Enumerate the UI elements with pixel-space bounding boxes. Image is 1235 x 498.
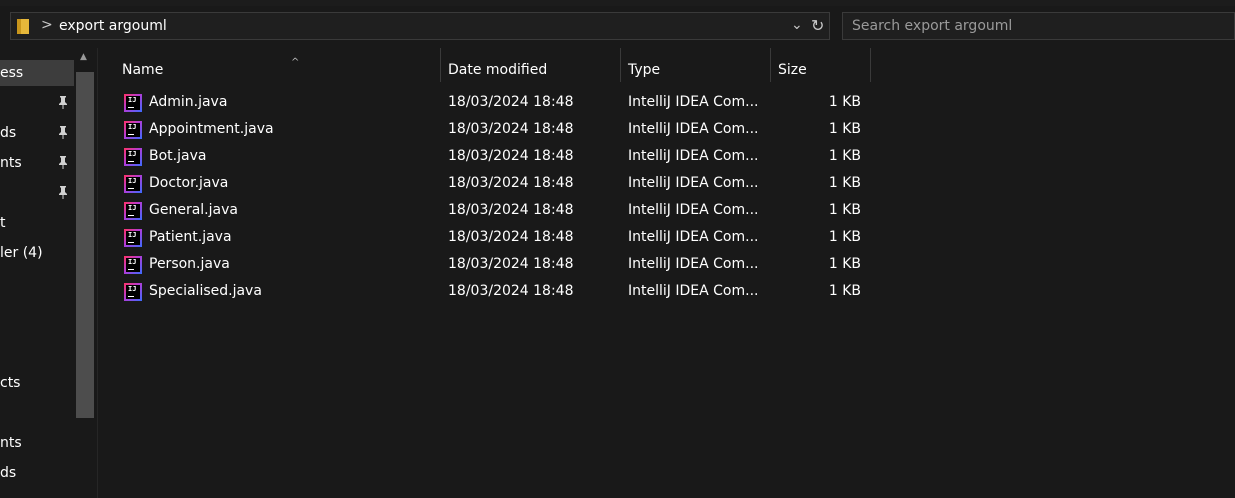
file-name: Person.java bbox=[149, 256, 230, 272]
file-size: 1 KB bbox=[828, 229, 861, 245]
refresh-icon[interactable]: ↻ bbox=[811, 16, 824, 35]
file-date-modified: 18/03/2024 18:48 bbox=[448, 202, 574, 218]
breadcrumb-current-folder[interactable]: export argouml bbox=[59, 18, 167, 34]
column-header-date-label: Date modified bbox=[448, 62, 548, 78]
file-row[interactable]: IJ Bot.java 18/03/2024 18:48 IntelliJ IDEA … bbox=[98, 144, 898, 171]
file-size: 1 KB bbox=[828, 121, 861, 137]
file-row[interactable]: IJ General.java 18/03/2024 18:48 IntelliJ I… bbox=[98, 198, 898, 225]
file-date-modified: 18/03/2024 18:48 bbox=[448, 121, 574, 137]
nav-item[interactable]: nts bbox=[0, 430, 74, 456]
file-size: 1 KB bbox=[828, 256, 861, 272]
file-row[interactable]: IJ Admin.java 18/03/2024 18:48 IntelliJ IDE… bbox=[98, 90, 898, 117]
file-date-modified: 18/03/2024 18:48 bbox=[448, 175, 574, 191]
file-type: IntelliJ IDEA Com... bbox=[628, 202, 759, 218]
nav-item-label: nts bbox=[0, 155, 22, 171]
file-type: IntelliJ IDEA Com... bbox=[628, 283, 759, 299]
nav-item-label: ess bbox=[0, 65, 24, 81]
nav-scrollbar-thumb[interactable] bbox=[76, 72, 94, 418]
nav-item[interactable]: ler (4) bbox=[0, 240, 74, 266]
intellij-file-icon: IJ bbox=[124, 256, 142, 274]
file-size: 1 KB bbox=[828, 175, 861, 191]
file-name: Doctor.java bbox=[149, 175, 229, 191]
nav-item-label: ler (4) bbox=[0, 245, 43, 261]
file-date-modified: 18/03/2024 18:48 bbox=[448, 283, 574, 299]
file-name: Admin.java bbox=[149, 94, 228, 110]
file-date-modified: 18/03/2024 18:48 bbox=[448, 229, 574, 245]
file-type: IntelliJ IDEA Com... bbox=[628, 175, 759, 191]
pin-icon bbox=[57, 155, 69, 169]
file-name: Appointment.java bbox=[149, 121, 274, 137]
column-header-name-label: Name bbox=[122, 62, 164, 78]
nav-item-label: ds bbox=[0, 125, 17, 141]
nav-item[interactable]: ess bbox=[0, 60, 74, 86]
file-date-modified: 18/03/2024 18:48 bbox=[448, 148, 574, 164]
column-header-name[interactable]: ^ Name bbox=[115, 54, 440, 88]
column-header-size[interactable]: Size bbox=[771, 54, 870, 88]
nav-item-label: cts bbox=[0, 375, 21, 391]
file-row[interactable]: IJ Patient.java 18/03/2024 18:48 IntelliJ I… bbox=[98, 225, 898, 252]
chevron-down-icon[interactable]: ⌄ bbox=[791, 17, 803, 33]
scroll-up-arrow-icon[interactable]: ▲ bbox=[80, 52, 87, 62]
file-row[interactable]: IJ Specialised.java 18/03/2024 18:48 Intell… bbox=[98, 279, 898, 306]
intellij-file-icon: IJ bbox=[124, 175, 142, 193]
pin-icon bbox=[57, 95, 69, 109]
file-name: Bot.java bbox=[149, 148, 207, 164]
column-header-type[interactable]: Type bbox=[621, 54, 770, 88]
search-placeholder: Search export argouml bbox=[852, 18, 1013, 34]
file-size: 1 KB bbox=[828, 283, 861, 299]
breadcrumb-separator[interactable]: > bbox=[41, 17, 53, 33]
intellij-file-icon: IJ bbox=[124, 121, 142, 139]
file-size: 1 KB bbox=[828, 148, 861, 164]
file-name: General.java bbox=[149, 202, 238, 218]
intellij-file-icon: IJ bbox=[124, 202, 142, 220]
nav-item[interactable]: ds bbox=[0, 460, 74, 486]
intellij-file-icon: IJ bbox=[124, 229, 142, 247]
file-type: IntelliJ IDEA Com... bbox=[628, 229, 759, 245]
folder-icon bbox=[17, 19, 29, 34]
file-type: IntelliJ IDEA Com... bbox=[628, 256, 759, 272]
file-date-modified: 18/03/2024 18:48 bbox=[448, 94, 574, 110]
file-list: ^ Name Date modified Type Size IJ Admin.j… bbox=[98, 48, 1235, 498]
pin-icon bbox=[57, 185, 69, 199]
column-header-size-label: Size bbox=[778, 62, 807, 78]
file-size: 1 KB bbox=[828, 94, 861, 110]
toolbar: > export argouml ⌄ ↻ Search export argou… bbox=[0, 6, 1235, 48]
column-header-type-label: Type bbox=[628, 62, 661, 78]
pin-icon bbox=[57, 125, 69, 139]
file-type: IntelliJ IDEA Com... bbox=[628, 148, 759, 164]
file-row[interactable]: IJ Person.java 18/03/2024 18:48 IntelliJ ID… bbox=[98, 252, 898, 279]
nav-item[interactable]: cts bbox=[0, 370, 74, 396]
file-type: IntelliJ IDEA Com... bbox=[628, 121, 759, 137]
file-date-modified: 18/03/2024 18:48 bbox=[448, 256, 574, 272]
file-size: 1 KB bbox=[828, 202, 861, 218]
file-name: Patient.java bbox=[149, 229, 232, 245]
nav-item-label: t bbox=[0, 215, 6, 231]
file-row[interactable]: IJ Appointment.java 18/03/2024 18:48 Intell… bbox=[98, 117, 898, 144]
file-type: IntelliJ IDEA Com... bbox=[628, 94, 759, 110]
address-bar[interactable]: > export argouml ⌄ ↻ bbox=[10, 12, 830, 40]
search-input[interactable]: Search export argouml bbox=[842, 12, 1235, 40]
nav-item-label: nts bbox=[0, 435, 22, 451]
column-divider[interactable] bbox=[870, 48, 871, 82]
file-name: Specialised.java bbox=[149, 283, 262, 299]
file-row[interactable]: IJ Doctor.java 18/03/2024 18:48 IntelliJ ID… bbox=[98, 171, 898, 198]
intellij-file-icon: IJ bbox=[124, 148, 142, 166]
sort-ascending-icon: ^ bbox=[291, 57, 300, 68]
nav-item[interactable]: t bbox=[0, 210, 74, 236]
intellij-file-icon: IJ bbox=[124, 283, 142, 301]
intellij-file-icon: IJ bbox=[124, 94, 142, 112]
nav-item-label: ds bbox=[0, 465, 17, 481]
column-header-date-modified[interactable]: Date modified bbox=[441, 54, 620, 88]
